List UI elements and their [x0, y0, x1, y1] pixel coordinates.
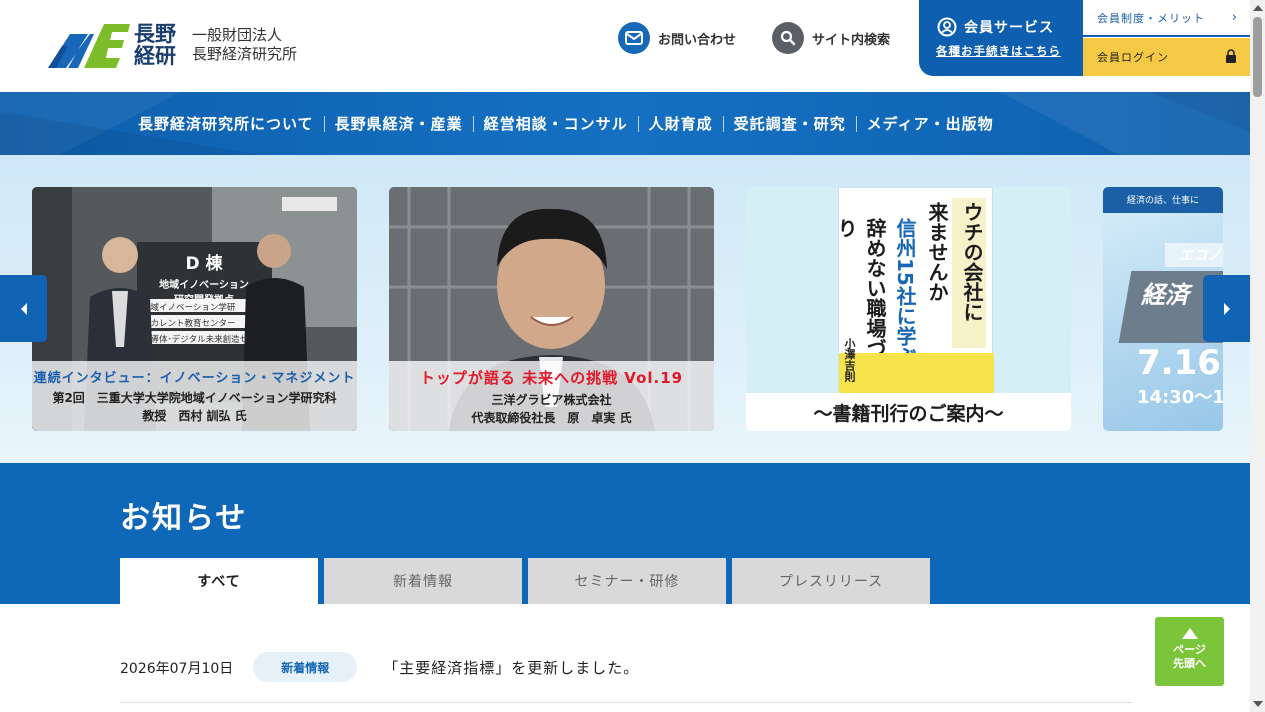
caption-series: 連続インタビュー：イノベーション・マネジメント [33, 371, 356, 386]
news-tabs: すべて 新着情報 セミナー・研修 プレスリリース [120, 558, 936, 604]
nav-separator [323, 115, 325, 132]
login-label: 会員ログイン [1097, 51, 1169, 64]
member-service-label: 会員サービス [964, 20, 1054, 36]
sign-plate: 地域イノベーション学研 [142, 303, 236, 313]
nav-separator [722, 115, 724, 132]
nav-separator [637, 115, 639, 132]
caret-right-icon [1223, 302, 1230, 315]
search-icon [772, 22, 804, 54]
pagetop-line2: 先頭へ [1173, 657, 1206, 670]
slide-book-release[interactable]: ウチの会社に 来ませんか 信州15社に学ぶ 辞めない職場づくり 小澤吉則 ～書籍… [746, 187, 1071, 431]
seminar-mid: エコノ [1179, 248, 1221, 264]
search-label: サイト内検索 [812, 32, 891, 48]
org-name-line2: 長野経済研究所 [192, 45, 298, 63]
lock-icon [1226, 49, 1236, 63]
mail-icon [618, 22, 650, 54]
slide-caption: 連続インタビュー：イノベーション・マネジメント 第2回 三重大学大学院地域イノベ… [32, 361, 357, 431]
nav-item-media[interactable]: メディア・出版物 [859, 113, 1002, 134]
arrow-up-icon [1181, 628, 1198, 639]
news-title-link[interactable]: 「主要経済指標」を更新しました。 [383, 657, 639, 678]
nav-item-about[interactable]: 長野経済研究所について [130, 113, 322, 134]
book-title-col1: ウチの会社に [960, 202, 984, 322]
scrollbar-thumb[interactable] [1253, 17, 1262, 97]
news-date: 2026年07月10日 [120, 661, 234, 677]
sign-plates: 地域イノベーション学研 リカレント教育センター 半導体･デジタル未来創造セ [142, 300, 247, 348]
site-header: 長野 経研 一般財団法人 長野経済研究所 お問い合わせ サイト内検索 会員サービ… [0, 0, 1250, 92]
seminar-title: 経済 [1141, 281, 1189, 309]
sign-title: D 棟 [185, 254, 223, 274]
logo-brand-line2: 経研 [134, 44, 176, 68]
news-list-item[interactable]: 2026年07月10日 新着情報 「主要経済指標」を更新しました。 [120, 648, 1132, 703]
building-sign: D 棟 地域イノベーション 研究開発拠点 [144, 249, 264, 306]
page-top-button[interactable]: ページ 先頭へ [1155, 617, 1224, 686]
logo-mark-icon [48, 24, 130, 68]
slide-top-interview[interactable]: トップが語る 未来への挑戦 Vol.19 三洋グラビア株式会社 代表取締役社長 … [389, 187, 714, 431]
book-cover: ウチの会社に 来ませんか 信州15社に学ぶ 辞めない職場づくり 小澤吉則 [834, 187, 994, 393]
scroll-up-icon[interactable] [1253, 5, 1263, 11]
site-search-link[interactable]: サイト内検索 [772, 22, 890, 54]
nav-items: 長野経済研究所について 長野県経済・産業 経営相談・コンサル 人財育成 受託調査… [130, 92, 1002, 155]
logo-brand-line1: 長野 [134, 22, 176, 46]
member-service-box[interactable]: 会員サービス 各種お手続きはこちら [919, 0, 1083, 76]
scroll-down-icon[interactable] [1253, 701, 1263, 707]
chevron-right-icon: › [1231, 10, 1238, 25]
tab-new[interactable]: 新着情報 [324, 558, 522, 604]
global-nav: 長野経済研究所について 長野県経済・産業 経営相談・コンサル 人財育成 受託調査… [0, 92, 1250, 155]
hero-slider: D 棟 地域イノベーション 研究開発拠点 地域イノベーション学研 リカレント教育… [0, 155, 1250, 463]
book-release-band: ～書籍刊行のご案内～ [746, 393, 1071, 431]
seminar-date: 7.16 [1137, 343, 1221, 383]
nav-separator [472, 115, 474, 132]
site-logo[interactable]: 長野 経研 一般財団法人 長野経済研究所 [48, 20, 297, 70]
user-circle-icon [937, 17, 957, 37]
merit-label: 会員制度・メリット [1097, 11, 1205, 25]
org-name: 一般財団法人 長野経済研究所 [192, 26, 297, 64]
slide-interview[interactable]: D 棟 地域イノベーション 研究開発拠点 地域イノベーション学研 リカレント教育… [32, 187, 357, 431]
nav-separator [855, 115, 857, 132]
tab-seminar[interactable]: セミナー・研修 [528, 558, 726, 604]
page-scrollbar[interactable] [1250, 0, 1265, 712]
nav-item-research[interactable]: 受託調査・研究 [726, 113, 854, 134]
contact-label: お問い合わせ [658, 32, 737, 48]
news-title: お知らせ [120, 501, 248, 536]
news-category-badge: 新着情報 [253, 652, 358, 682]
book-title: ウチの会社に [960, 202, 984, 322]
book-band [839, 353, 994, 393]
member-login-button[interactable]: 会員ログイン [1083, 38, 1250, 76]
membership-merit-link[interactable]: 会員制度・メリット › [1083, 0, 1250, 37]
member-service-title: 会員サービス [937, 17, 1054, 37]
pagetop-line1: ページ [1173, 643, 1206, 656]
org-name-line1: 一般財団法人 [192, 26, 283, 44]
sign-line1: 地域イノベーション [159, 280, 249, 291]
caption-person: 代表取締役社長 原 卓実 氏 [471, 411, 632, 425]
sign-plate: リカレント教育センター [142, 319, 236, 329]
seminar-tag: 経済の話、仕事に [1103, 187, 1223, 213]
slider-next-button[interactable] [1203, 275, 1250, 342]
seminar-time: 14:30〜1 [1137, 387, 1223, 408]
book-subtitle: 信州15社に学ぶ [893, 218, 917, 366]
sign-plate: 半導体･デジタル未来創造セ [142, 335, 247, 345]
caption-series: トップが語る 未来への挑戦 Vol.19 [419, 369, 684, 387]
nav-item-economy[interactable]: 長野県経済・産業 [327, 113, 471, 134]
caption-company: 三洋グラビア株式会社 [491, 393, 612, 407]
logo-brand: 長野 経研 [134, 23, 176, 67]
caption-subtitle: 第2回 三重大学大学院地域イノベーション学研究科 [52, 391, 337, 405]
book-author: 小澤吉則 [843, 338, 856, 382]
nav-item-consulting[interactable]: 経営相談・コンサル [476, 113, 636, 134]
book-title-col2: 来ませんか [925, 202, 949, 302]
news-section-header: お知らせ すべて 新着情報 セミナー・研修 プレスリリース [0, 463, 1250, 604]
caret-left-icon [20, 302, 27, 315]
tab-press[interactable]: プレスリリース [732, 558, 930, 604]
member-procedures-link[interactable]: 各種お手続きはこちら [936, 43, 1061, 59]
nav-item-training[interactable]: 人財育成 [641, 113, 721, 134]
slide-caption: トップが語る 未来への挑戦 Vol.19 三洋グラビア株式会社 代表取締役社長 … [389, 361, 714, 431]
tab-all[interactable]: すべて [120, 558, 318, 604]
slider-prev-button[interactable] [0, 275, 47, 342]
contact-link[interactable]: お問い合わせ [618, 22, 736, 54]
caption-person: 教授 西村 訓弘 氏 [142, 409, 247, 423]
